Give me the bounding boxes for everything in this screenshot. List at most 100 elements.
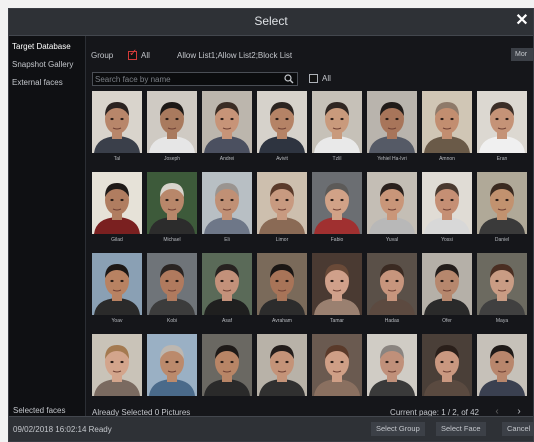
main-panel: Group ✓ All Allow List1;Allow List2;Bloc… [86,36,533,419]
face-card[interactable]: Tzlil [312,91,362,172]
face-thumbnail[interactable] [92,334,142,396]
face-card[interactable]: Avivit [257,91,307,172]
face-thumbnail[interactable] [367,172,417,234]
face-card[interactable]: Limor [257,172,307,253]
face-card[interactable]: Avraham [257,253,307,334]
sidebar-item-external-faces[interactable]: External faces [12,78,63,87]
face-card[interactable] [422,334,472,415]
group-lists-text[interactable]: Allow List1;Allow List2;Block List [177,51,292,60]
select-dialog: Select ✕ Target Database Snapshot Galler… [8,8,534,442]
face-thumbnail[interactable] [367,334,417,396]
face-thumbnail[interactable] [202,334,252,396]
close-icon[interactable]: ✕ [513,12,531,30]
face-card[interactable]: Yuval [367,172,417,253]
face-card[interactable]: Daniel [477,172,527,253]
face-card[interactable] [477,334,527,415]
face-thumbnail[interactable] [422,334,472,396]
face-card[interactable]: Gilad [92,172,142,253]
face-card[interactable]: Joseph [147,91,197,172]
face-thumbnail[interactable] [92,253,142,315]
face-thumbnail[interactable] [422,172,472,234]
face-name: Michael [163,237,181,243]
search-input[interactable] [95,73,283,85]
face-card[interactable] [147,334,197,415]
face-thumbnail[interactable] [312,334,362,396]
group-all-checkbox[interactable]: ✓ [128,48,138,60]
face-thumbnail[interactable] [147,253,197,315]
sidebar-item-snapshot-gallery[interactable]: Snapshot Gallery [12,60,73,69]
face-portrait-image [312,91,362,153]
face-name: Eli [224,237,230,243]
checkmark-icon: ✓ [129,48,138,59]
face-portrait-image [92,334,142,396]
face-thumbnail[interactable] [477,91,527,153]
face-card[interactable] [367,334,417,415]
face-portrait-image [312,334,362,396]
face-card[interactable]: Amnon [422,91,472,172]
face-thumbnail[interactable] [477,172,527,234]
face-thumbnail[interactable] [147,172,197,234]
face-thumbnail[interactable] [92,172,142,234]
search-all-checkbox[interactable] [309,74,318,83]
face-thumbnail[interactable] [147,91,197,153]
face-thumbnail[interactable] [422,91,472,153]
face-thumbnail[interactable] [202,253,252,315]
face-card[interactable] [92,334,142,415]
face-portrait-image [92,172,142,234]
face-card[interactable]: Yoav [92,253,142,334]
face-portrait-image [92,91,142,153]
face-portrait-image [312,253,362,315]
face-thumbnail[interactable] [147,334,197,396]
face-thumbnail[interactable] [257,172,307,234]
face-card[interactable]: Andrei [202,91,252,172]
face-card[interactable]: Yehiel Ha-Ivri [367,91,417,172]
face-thumbnail[interactable] [477,334,527,396]
face-thumbnail[interactable] [312,253,362,315]
face-name: Joseph [163,156,181,162]
face-thumbnail[interactable] [92,91,142,153]
more-button[interactable]: Mor [511,48,533,61]
face-card[interactable]: Yossi [422,172,472,253]
face-thumbnail[interactable] [257,334,307,396]
face-name: Amnon [439,156,455,162]
face-name: Hadas [384,318,400,324]
face-name: Tamar [330,318,344,324]
face-thumbnail[interactable] [202,91,252,153]
face-portrait-image [257,91,307,153]
face-name: Avraham [272,318,292,324]
face-portrait-image [367,253,417,315]
sidebar-item-target-database[interactable]: Target Database [12,42,71,51]
face-thumbnail[interactable] [367,253,417,315]
face-thumbnail[interactable] [257,91,307,153]
face-card[interactable] [202,334,252,415]
face-card[interactable] [312,334,362,415]
face-card[interactable]: Eli [202,172,252,253]
face-card[interactable]: Kobi [147,253,197,334]
face-card[interactable]: Tal [92,91,142,172]
dialog-title: Select [254,14,288,28]
face-thumbnail[interactable] [312,172,362,234]
face-thumbnail[interactable] [422,253,472,315]
face-thumbnail[interactable] [367,91,417,153]
face-card[interactable]: Hadas [367,253,417,334]
face-thumbnail[interactable] [202,172,252,234]
search-icon[interactable] [284,74,294,84]
face-thumbnail[interactable] [312,91,362,153]
face-portrait-image [312,172,362,234]
select-face-button[interactable]: Select Face [436,422,486,436]
group-all-label: All [141,51,150,60]
face-name: Yoav [111,318,123,324]
face-card[interactable]: Maya [477,253,527,334]
selected-faces-tab[interactable]: Selected faces [13,406,65,415]
face-card[interactable]: Ofer [422,253,472,334]
face-card[interactable] [257,334,307,415]
face-thumbnail[interactable] [257,253,307,315]
face-card[interactable]: Tamar [312,253,362,334]
face-thumbnail[interactable] [477,253,527,315]
face-card[interactable]: Eran [477,91,527,172]
select-group-button[interactable]: Select Group [371,422,425,436]
cancel-button[interactable]: Cancel [502,422,534,436]
face-card[interactable]: Fabio [312,172,362,253]
face-card[interactable]: Michael [147,172,197,253]
face-card[interactable]: Asaf [202,253,252,334]
